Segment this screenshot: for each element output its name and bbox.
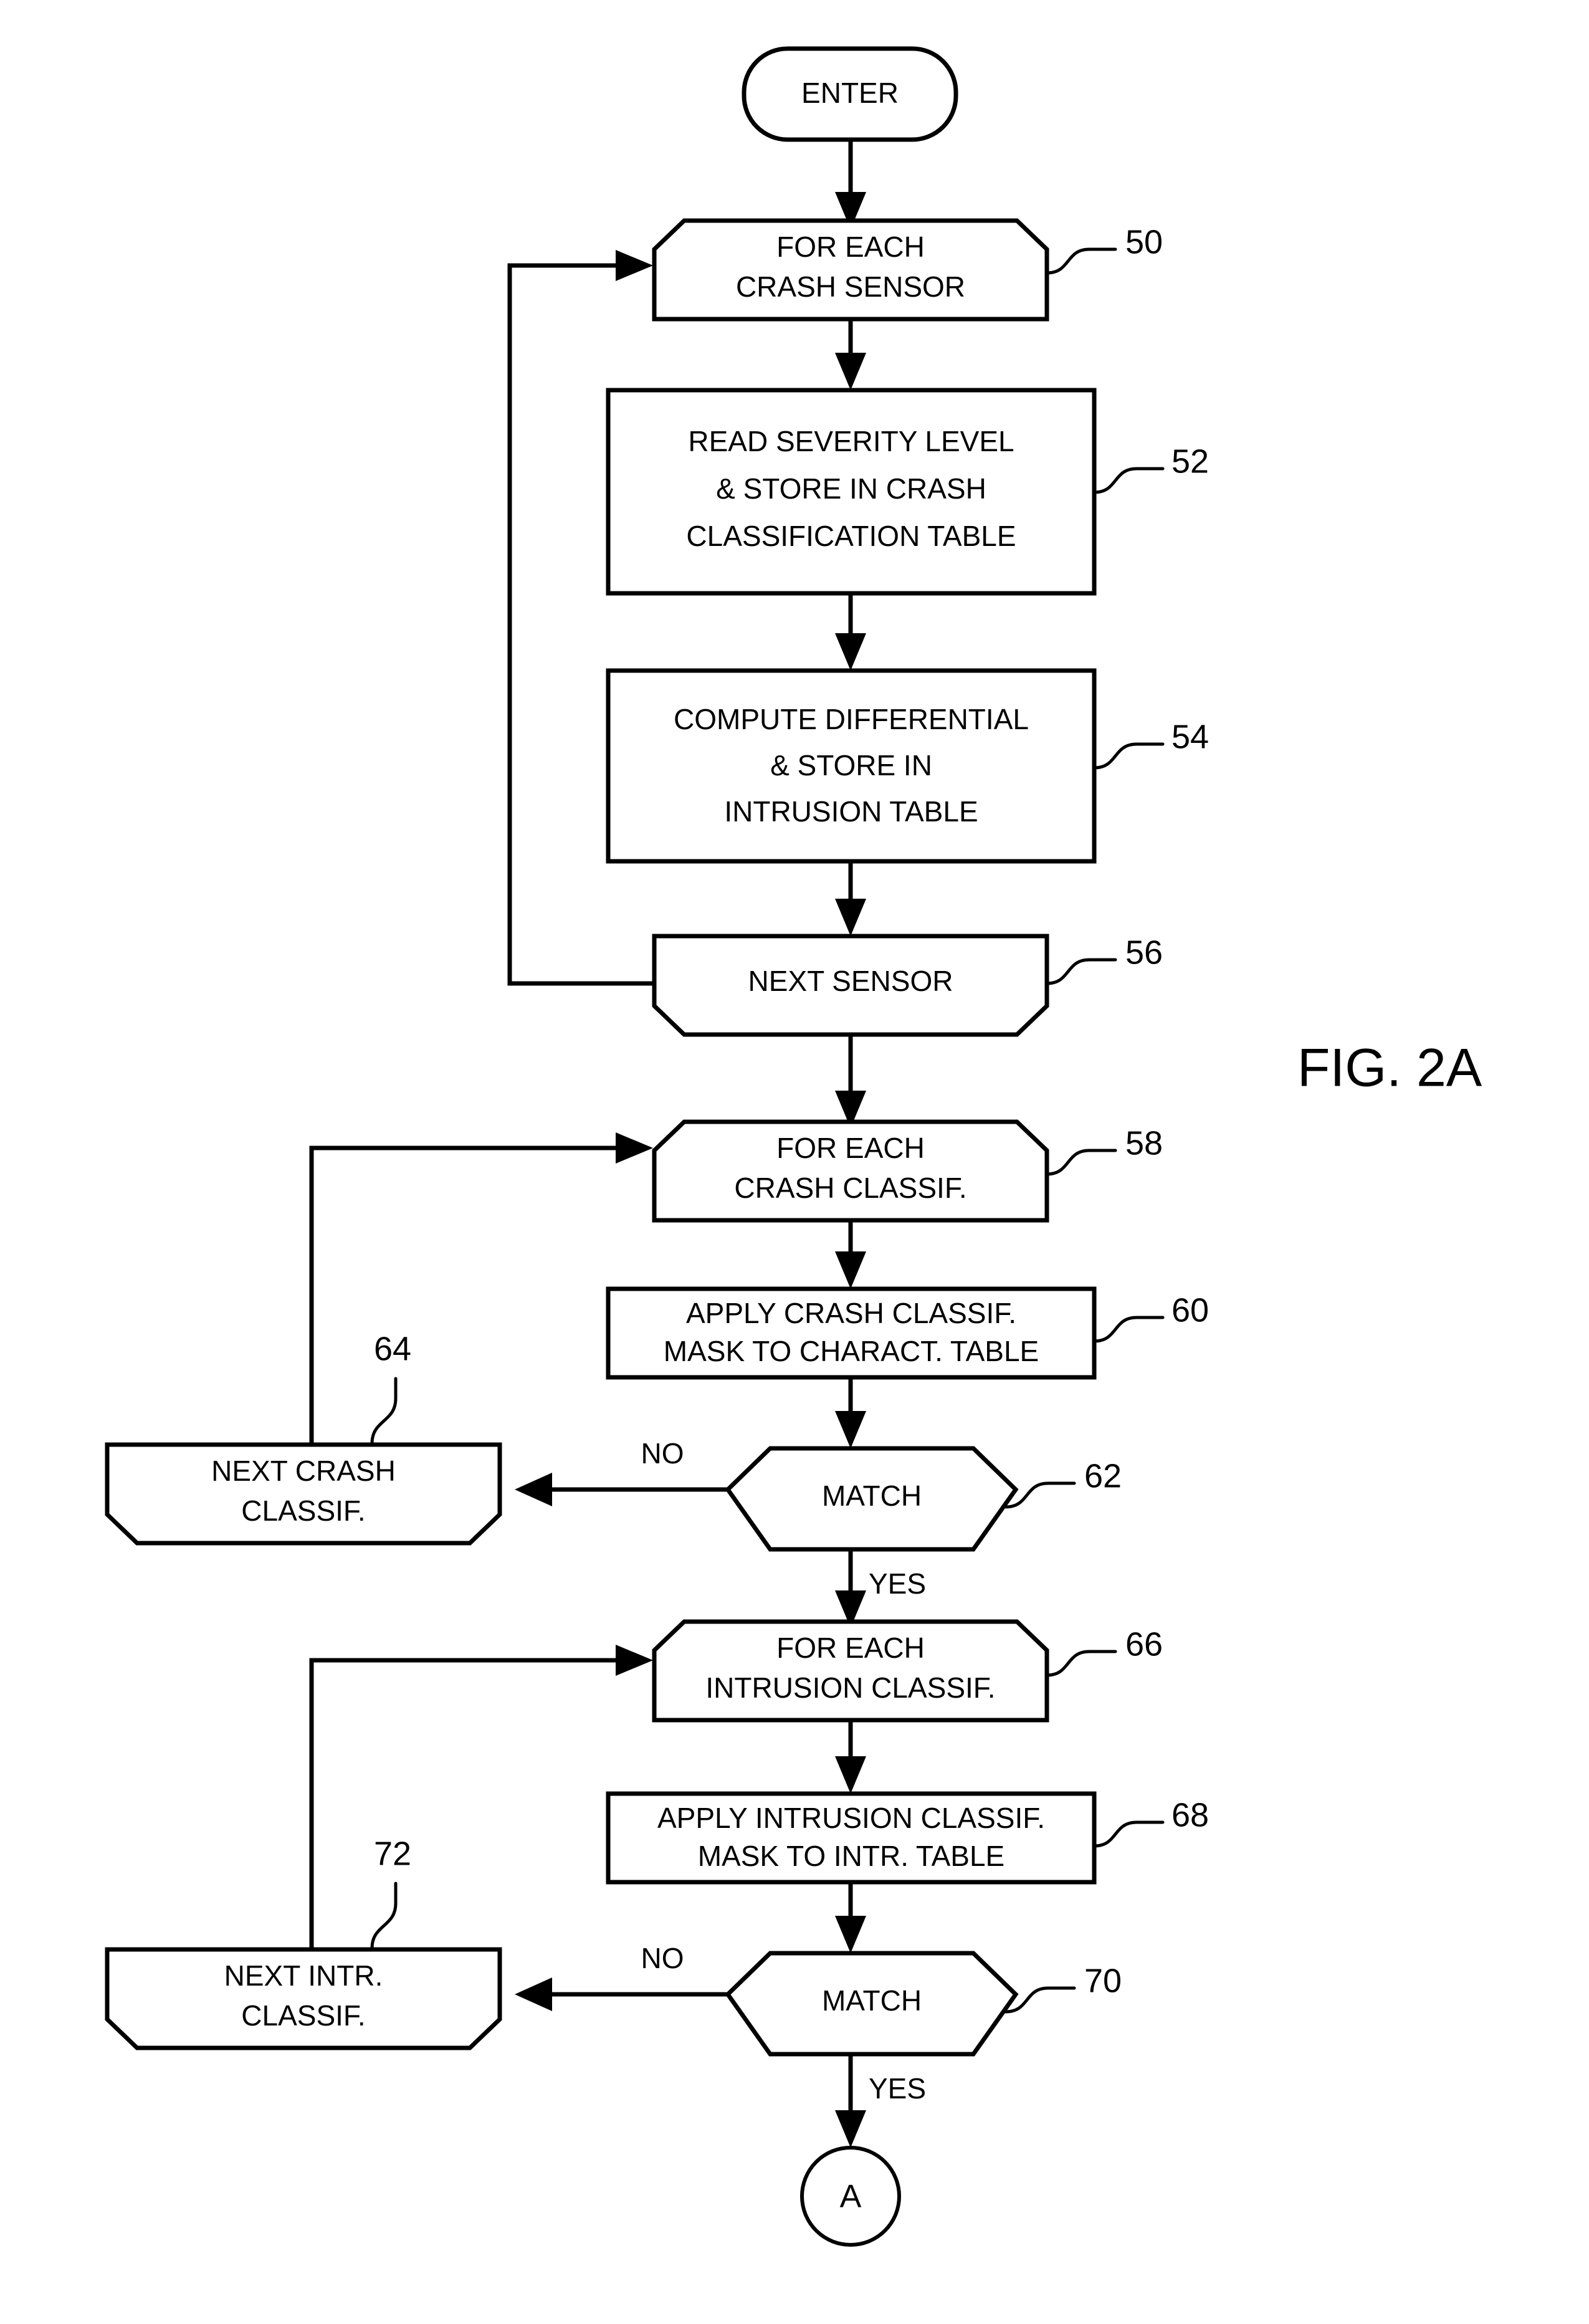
ref-number-64: 64 bbox=[374, 1330, 411, 1367]
edge-66-to-68 bbox=[835, 1720, 866, 1794]
node-58-label-line1: FOR EACH bbox=[776, 1132, 925, 1164]
node-60-apply-crash-classif-mask[interactable]: APPLY CRASH CLASSIF. MASK TO CHARACT. TA… bbox=[606, 1286, 1209, 1380]
node-54-label-line1: COMPUTE DIFFERENTIAL bbox=[674, 703, 1029, 735]
node-64-label-line2: CLASSIF. bbox=[241, 1494, 365, 1527]
node-62-match-decision[interactable]: MATCH 62 bbox=[725, 1446, 1122, 1552]
node-62-label: MATCH bbox=[822, 1480, 922, 1512]
node-52-read-severity-level[interactable]: READ SEVERITY LEVEL & STORE IN CRASH CLA… bbox=[606, 388, 1209, 596]
ref-number-54: 54 bbox=[1171, 718, 1209, 755]
edge-enter-to-50 bbox=[835, 140, 866, 229]
branch-label-yes-70: YES bbox=[869, 2072, 926, 2105]
node-56-label-line1: NEXT SENSOR bbox=[748, 965, 953, 997]
node-72-label-line2: CLASSIF. bbox=[241, 1999, 365, 2032]
node-66-for-each-intrusion-classif[interactable]: FOR EACH INTRUSION CLASSIF. 66 bbox=[652, 1619, 1163, 1723]
edge-70-yes-to-connector-a bbox=[835, 2054, 866, 2148]
branch-label-no-70: NO bbox=[641, 1942, 684, 1974]
node-70-match-decision[interactable]: MATCH 70 bbox=[725, 1951, 1122, 2057]
node-50-label-line2: CRASH SENSOR bbox=[736, 270, 965, 303]
edge-68-to-70 bbox=[835, 1882, 866, 1953]
flowchart-canvas: ENTER FOR EACH CRASH SENSOR 50 READ SEVE… bbox=[105, 46, 1482, 2247]
node-54-label-line3: INTRUSION TABLE bbox=[724, 795, 978, 828]
node-60-label-line1: APPLY CRASH CLASSIF. bbox=[686, 1297, 1016, 1329]
ref-number-58: 58 bbox=[1125, 1124, 1163, 1162]
node-64-next-crash-classif[interactable]: NEXT CRASH CLASSIF. 64 bbox=[105, 1330, 502, 1546]
node-58-for-each-crash-classif[interactable]: FOR EACH CRASH CLASSIF. 58 bbox=[652, 1119, 1163, 1223]
node-52-label-line3: CLASSIFICATION TABLE bbox=[686, 520, 1016, 552]
node-52-label-line2: & STORE IN CRASH bbox=[716, 472, 986, 505]
node-54-compute-differential[interactable]: COMPUTE DIFFERENTIAL & STORE IN INTRUSIO… bbox=[606, 668, 1209, 864]
edge-56-loopback-to-50 bbox=[507, 250, 654, 986]
node-70-label: MATCH bbox=[822, 1984, 922, 2017]
figure-label: FIG. 2A bbox=[1297, 1038, 1482, 1098]
ref-number-68: 68 bbox=[1171, 1796, 1209, 1834]
patent-figure-sheet: ENTER FOR EACH CRASH SENSOR 50 READ SEVE… bbox=[0, 0, 1589, 2324]
node-52-label-line1: READ SEVERITY LEVEL bbox=[688, 425, 1014, 457]
ref-number-52: 52 bbox=[1171, 442, 1209, 480]
connector-a-label: A bbox=[840, 2179, 862, 2215]
node-66-label-line2: INTRUSION CLASSIF. bbox=[705, 1671, 995, 1704]
node-72-next-intr-classif[interactable]: NEXT INTR. CLASSIF. 72 bbox=[105, 1835, 502, 2050]
node-50-label-line1: FOR EACH bbox=[776, 231, 925, 263]
edge-64-loopback-to-58 bbox=[309, 1132, 653, 1445]
edge-52-to-54 bbox=[835, 593, 866, 671]
node-50-for-each-crash-sensor[interactable]: FOR EACH CRASH SENSOR 50 bbox=[652, 218, 1163, 322]
node-58-label-line2: CRASH CLASSIF. bbox=[734, 1172, 966, 1204]
edge-72-loopback-to-66 bbox=[309, 1645, 653, 1949]
node-connector-a[interactable]: A bbox=[800, 2146, 901, 2247]
edge-62-no-to-64 bbox=[515, 1473, 728, 1506]
edge-58-to-60 bbox=[835, 1220, 866, 1289]
node-72-label-line1: NEXT INTR. bbox=[224, 1959, 383, 1992]
ref-number-72: 72 bbox=[374, 1835, 411, 1872]
branch-label-no-62: NO bbox=[641, 1437, 684, 1470]
node-66-label-line1: FOR EACH bbox=[776, 1632, 925, 1664]
edge-62-yes-to-66 bbox=[835, 1549, 866, 1628]
node-68-label-line1: APPLY INTRUSION CLASSIF. bbox=[657, 1802, 1045, 1834]
edge-54-to-56 bbox=[835, 861, 866, 936]
node-68-label-line2: MASK TO INTR. TABLE bbox=[698, 1840, 1005, 1872]
ref-number-56: 56 bbox=[1125, 934, 1163, 971]
edge-70-no-to-72 bbox=[515, 1977, 728, 2011]
ref-number-60: 60 bbox=[1171, 1291, 1209, 1329]
edge-50-to-52 bbox=[835, 319, 866, 390]
node-64-label-line1: NEXT CRASH bbox=[211, 1455, 396, 1487]
ref-number-62: 62 bbox=[1084, 1457, 1122, 1494]
node-54-label-line2: & STORE IN bbox=[770, 749, 932, 782]
node-enter-label: ENTER bbox=[801, 77, 899, 109]
edge-56-to-58 bbox=[835, 1035, 866, 1128]
branch-label-yes-62: YES bbox=[869, 1567, 926, 1600]
edge-60-to-62 bbox=[835, 1377, 866, 1448]
ref-number-66: 66 bbox=[1125, 1625, 1163, 1663]
ref-number-70: 70 bbox=[1084, 1962, 1122, 1999]
node-56-next-sensor[interactable]: NEXT SENSOR 56 bbox=[652, 934, 1163, 1037]
node-60-label-line2: MASK TO CHARACT. TABLE bbox=[664, 1335, 1039, 1367]
node-enter[interactable]: ENTER bbox=[742, 46, 958, 142]
ref-number-50: 50 bbox=[1125, 223, 1163, 261]
node-68-apply-intrusion-classif-mask[interactable]: APPLY INTRUSION CLASSIF. MASK TO INTR. T… bbox=[606, 1791, 1209, 1885]
